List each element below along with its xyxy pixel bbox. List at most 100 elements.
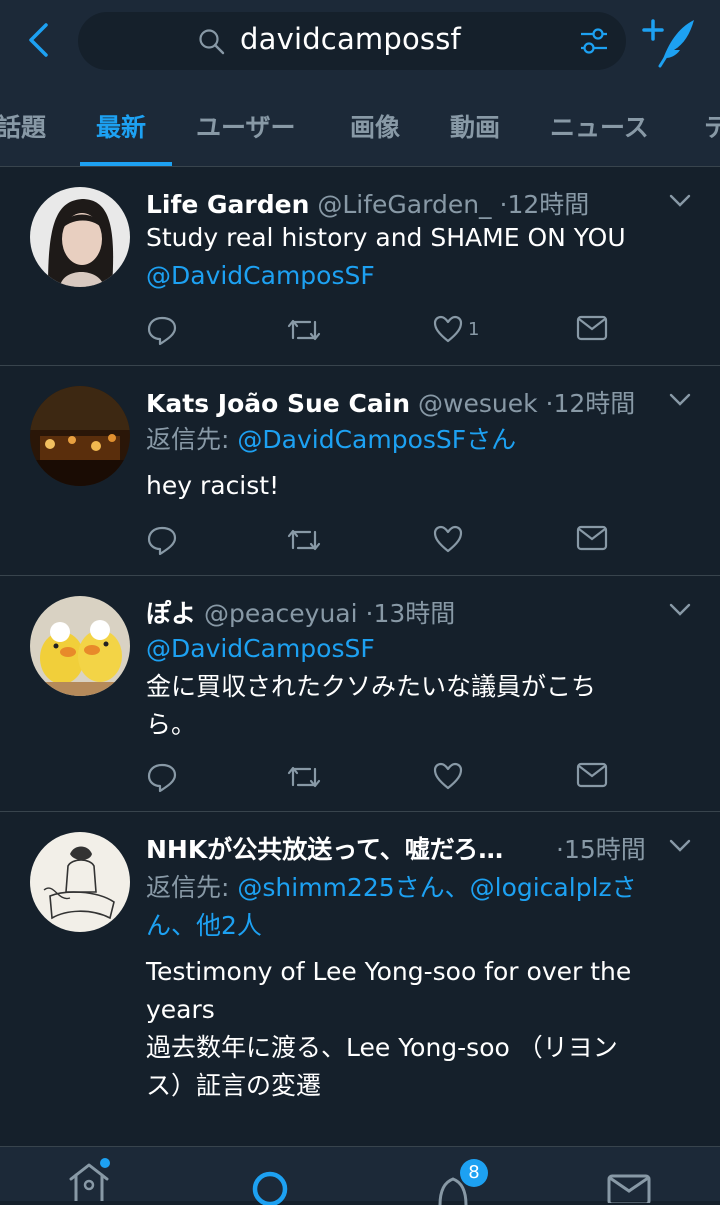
- display-name[interactable]: ぽよ: [146, 599, 196, 628]
- tweet-time: 15時間: [563, 835, 646, 864]
- tweet-text-line: hey racist!: [146, 471, 280, 500]
- search-query-text: davidcampossf: [240, 22, 461, 56]
- display-name[interactable]: NHKが公共放送って、嘘だろ…: [146, 835, 503, 864]
- chevron-down-icon[interactable]: [668, 392, 692, 408]
- dm-share-button[interactable]: [576, 524, 608, 552]
- tab-latest[interactable]: 最新: [96, 108, 146, 144]
- tweet-text-line: ス）証言の変遷: [146, 1071, 322, 1100]
- tweet[interactable]: ぽよ @peaceyuai ·13時間 @DavidCamposSF 金に買収さ…: [0, 576, 720, 812]
- mention-link[interactable]: @DavidCamposSF: [146, 630, 691, 668]
- tweet-time-group: ·15時間: [556, 830, 646, 866]
- retweet-icon: [287, 766, 321, 788]
- chevron-down-icon[interactable]: [668, 838, 692, 854]
- home-icon[interactable]: [66, 1157, 112, 1201]
- like-count: 1: [468, 318, 480, 340]
- chevron-left-icon: [29, 23, 48, 57]
- tweet-text: @DavidCamposSF 金に買収されたクソみたいな議員がこち ら。: [146, 630, 691, 744]
- avatar[interactable]: [30, 187, 130, 287]
- compose-feather-icon: [642, 19, 694, 68]
- tweet-text-line: years: [146, 995, 215, 1024]
- dm-share-button[interactable]: [576, 314, 608, 342]
- envelope-icon: [576, 525, 608, 551]
- reply-label: 返信先:: [146, 425, 230, 454]
- active-tab-indicator: [80, 162, 172, 166]
- display-name[interactable]: Kats João Sue Cain: [146, 389, 410, 418]
- retweet-button[interactable]: [286, 761, 322, 793]
- tweet-text-line: Testimony of Lee Yong-soo for over the: [146, 957, 632, 986]
- tweet-text-line: ら。: [146, 710, 197, 739]
- like-button[interactable]: [432, 761, 464, 791]
- avatar[interactable]: [30, 596, 130, 696]
- tweet-text-line: 金に買収されたクソみたいな議員がこち: [146, 672, 597, 701]
- tweet-time: 12時間: [553, 389, 636, 418]
- tweet-text: Study real history and SHAME ON YOU @Dav…: [146, 219, 691, 295]
- tab-news[interactable]: ニュース: [550, 108, 649, 144]
- top-bar: davidcampossf: [0, 0, 720, 88]
- retweet-icon: [287, 529, 321, 551]
- mention-link[interactable]: @DavidCamposSF: [146, 257, 691, 295]
- user-handle[interactable]: @LifeGarden_: [317, 190, 491, 219]
- dm-share-button[interactable]: [576, 761, 608, 789]
- display-name[interactable]: Life Garden: [146, 190, 309, 219]
- envelope-icon[interactable]: [606, 1173, 652, 1203]
- reply-icon: [147, 763, 177, 793]
- reply-context: 返信先: @DavidCamposSFさん: [146, 421, 691, 459]
- reply-icon: [147, 316, 177, 346]
- user-handle[interactable]: @wesuek: [418, 389, 538, 418]
- envelope-icon: [576, 315, 608, 341]
- retweet-button[interactable]: [286, 524, 322, 556]
- reply-mention[interactable]: ん、他2人: [146, 907, 691, 945]
- tweet-header: ぽよ @peaceyuai ·13時間: [146, 594, 455, 630]
- back-button[interactable]: [16, 18, 60, 62]
- chevron-down-icon[interactable]: [668, 602, 692, 618]
- tweet-text-line: Study real history and SHAME ON YOU: [146, 223, 626, 252]
- tweet[interactable]: NHKが公共放送って、嘘だろ… ·15時間 返信先: @shimm225さん、@…: [0, 812, 720, 1146]
- tweet-header: Kats João Sue Cain @wesuek ·12時間: [146, 384, 635, 420]
- tweet-actions: [146, 524, 616, 558]
- separator-dot: ·: [556, 835, 564, 864]
- like-button[interactable]: 1: [432, 314, 479, 344]
- search-input[interactable]: davidcampossf: [78, 12, 626, 70]
- reply-label: 返信先:: [146, 873, 230, 902]
- tweet-time: 13時間: [373, 599, 456, 628]
- search-icon[interactable]: [248, 1165, 292, 1205]
- tweet-time: 12時間: [507, 190, 590, 219]
- tab-images[interactable]: 画像: [350, 108, 400, 144]
- reply-button[interactable]: [146, 761, 178, 793]
- reply-button[interactable]: [146, 314, 178, 346]
- tweet-actions: 1: [146, 314, 616, 348]
- filter-icon[interactable]: [578, 26, 610, 56]
- tweet-text-line: 過去数年に渡る、Lee Yong-soo （リヨン: [146, 1033, 618, 1062]
- reply-button[interactable]: [146, 524, 178, 556]
- tweet[interactable]: Life Garden @LifeGarden_ ·12時間 Study rea…: [0, 167, 720, 366]
- retweet-button[interactable]: [286, 314, 322, 346]
- heart-icon: [433, 762, 463, 790]
- avatar[interactable]: [30, 832, 130, 932]
- tweet-text: 返信先: @DavidCamposSFさん hey racist!: [146, 421, 691, 505]
- heart-icon: [433, 525, 463, 553]
- tweet-header: Life Garden @LifeGarden_ ·12時間: [146, 185, 589, 221]
- reply-mention[interactable]: @shimm225さん、@logicalplzさ: [237, 873, 636, 902]
- bottom-nav: 8: [0, 1146, 720, 1205]
- chevron-down-icon[interactable]: [668, 193, 692, 209]
- reply-icon: [147, 526, 177, 556]
- retweet-icon: [287, 319, 321, 341]
- avatar[interactable]: [30, 386, 130, 486]
- tab-users[interactable]: ユーザー: [196, 108, 296, 144]
- tab-more[interactable]: テ: [704, 108, 720, 144]
- tab-topics[interactable]: 話題: [0, 108, 46, 144]
- tweet-actions: [146, 761, 616, 795]
- reply-mention[interactable]: @DavidCamposSFさん: [237, 425, 516, 454]
- tab-videos[interactable]: 動画: [450, 108, 500, 144]
- tweet-text: 返信先: @shimm225さん、@logicalplzさ ん、他2人 Test…: [146, 869, 691, 1105]
- tweet[interactable]: Kats João Sue Cain @wesuek ·12時間 返信先: @D…: [0, 366, 720, 576]
- heart-icon: [433, 315, 463, 343]
- like-button[interactable]: [432, 524, 464, 554]
- notification-badge: 8: [460, 1159, 488, 1187]
- envelope-icon: [576, 762, 608, 788]
- compose-tweet-button[interactable]: [640, 14, 698, 70]
- search-icon: [199, 29, 225, 55]
- search-tabs: 話題 最新 ユーザー 画像 動画 ニュース テ: [0, 88, 720, 167]
- tweet-header: NHKが公共放送って、嘘だろ…: [146, 830, 503, 866]
- user-handle[interactable]: @peaceyuai: [204, 599, 358, 628]
